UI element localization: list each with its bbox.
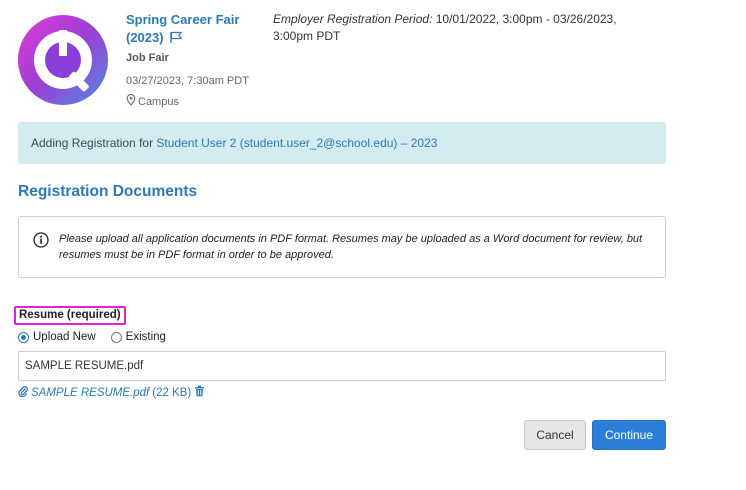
event-date: 03/27/2023, 7:30am PDT (126, 75, 249, 87)
existing-option[interactable]: Existing (110, 331, 166, 343)
event-title-line1[interactable]: Spring Career Fair (126, 12, 239, 27)
flag-icon[interactable] (169, 31, 183, 49)
paperclip-icon (18, 385, 28, 400)
event-logo (18, 15, 108, 105)
resume-file-input[interactable]: SAMPLE RESUME.pdf (18, 351, 666, 381)
event-location-text: Campus (138, 95, 179, 108)
map-pin-icon (126, 93, 136, 109)
attachment-link[interactable]: SAMPLE RESUME.pdf (31, 387, 149, 399)
event-title[interactable]: Spring Career Fair (2023) (126, 11, 266, 49)
alert-prefix: Adding Registration for (31, 136, 154, 150)
registration-period: Employer Registration Period: 10/01/2022… (273, 11, 653, 45)
attachment: SAMPLE RESUME.pdf (22 KB) (18, 385, 205, 400)
student-link[interactable]: Student User 2 (student.user_2@school.ed… (156, 136, 437, 150)
upload-new-option[interactable]: Upload New (18, 331, 96, 343)
upload-options: Upload New Existing (18, 331, 181, 343)
existing-radio[interactable] (110, 331, 122, 343)
info-box: Please upload all application documents … (18, 216, 666, 278)
upload-new-radio[interactable] (18, 331, 29, 343)
cancel-button[interactable]: Cancel (524, 420, 586, 450)
event-location: Campus (126, 93, 179, 109)
event-title-line2[interactable]: (2023) (126, 30, 164, 45)
event-type: Job Fair (126, 52, 169, 64)
section-title: Registration Documents (18, 183, 198, 200)
attachment-size: (22 KB) (152, 386, 192, 399)
upload-new-label[interactable]: Upload New (33, 331, 96, 343)
existing-label[interactable]: Existing (126, 331, 166, 343)
trash-icon[interactable] (194, 385, 205, 400)
info-icon (33, 232, 49, 253)
info-text: Please upload all application documents … (59, 233, 643, 261)
continue-button[interactable]: Continue (592, 420, 666, 450)
registration-alert: Adding Registration for Student User 2 (… (18, 122, 666, 164)
resume-label: Resume (required) (14, 306, 126, 325)
registration-period-label: Employer Registration Period: (273, 12, 433, 26)
